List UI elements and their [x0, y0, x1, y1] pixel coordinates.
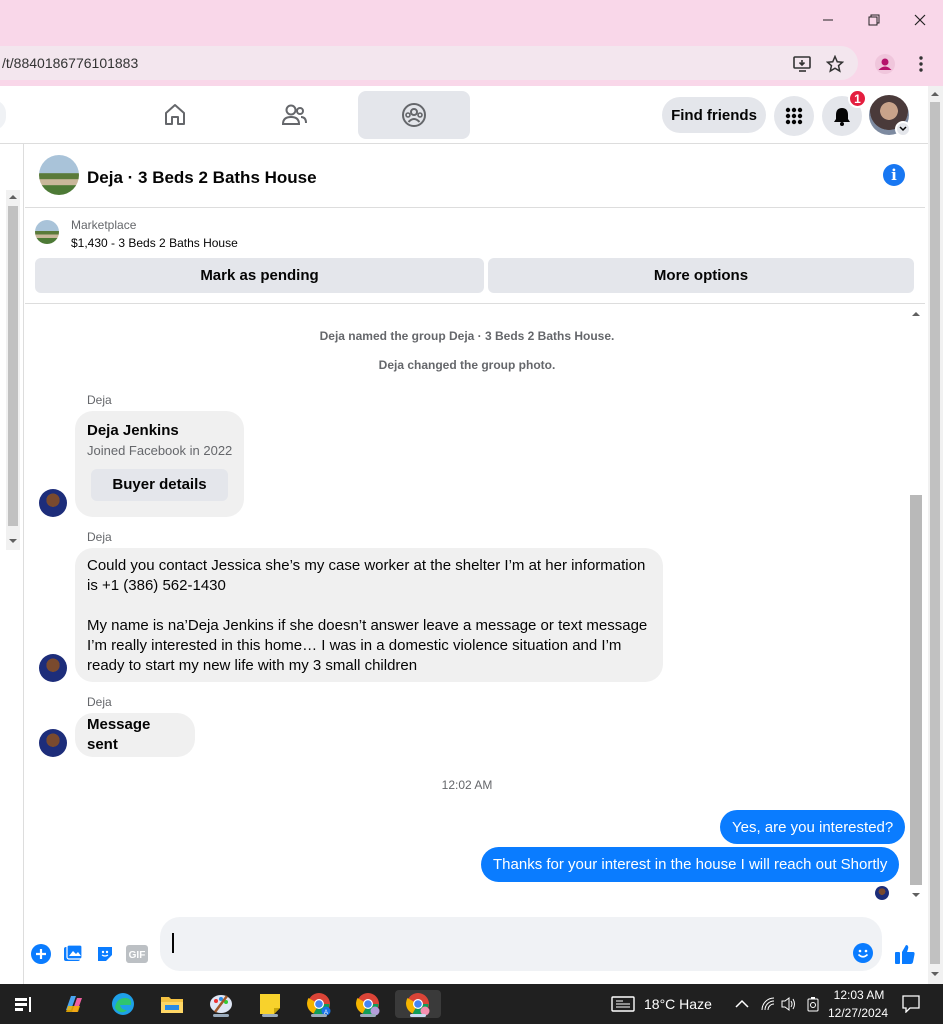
- sticker-icon[interactable]: [94, 943, 116, 965]
- sender-avatar[interactable]: [39, 729, 67, 757]
- file-explorer-icon[interactable]: [158, 990, 186, 1018]
- mark-as-pending-button[interactable]: Mark as pending: [35, 258, 484, 293]
- svg-text:GIF: GIF: [129, 950, 146, 961]
- thread-scrollbar-thumb[interactable]: [910, 495, 922, 885]
- grid-icon: [785, 107, 803, 125]
- sender-name: Deja: [87, 393, 112, 407]
- chrome-profile-a-icon[interactable]: A: [305, 990, 333, 1018]
- tab-friends[interactable]: [238, 91, 350, 139]
- gif-icon[interactable]: GIF: [126, 943, 148, 965]
- chat-header: Deja · 3 Beds 2 Baths House i: [25, 144, 925, 208]
- more-options-button[interactable]: More options: [488, 258, 914, 293]
- emoji-icon[interactable]: [853, 943, 875, 965]
- message-bubble[interactable]: Message sent: [75, 713, 195, 757]
- buyer-card: Deja Jenkins Joined Facebook in 2022 Buy…: [75, 411, 244, 517]
- weather-icon[interactable]: [611, 996, 635, 1015]
- outgoing-message[interactable]: Yes, are you interested?: [720, 810, 906, 844]
- install-app-icon[interactable]: [792, 53, 814, 75]
- marketplace-label: Marketplace: [71, 218, 137, 232]
- message-thread: Deja named the group Deja · 3 Beds 2 Bat…: [25, 305, 909, 905]
- clock-time[interactable]: 12:03 AM: [830, 988, 888, 1002]
- chrome-profile-b-icon[interactable]: [354, 990, 382, 1018]
- active-indicator: [262, 1014, 278, 1017]
- listing-thumbnail[interactable]: [35, 220, 59, 244]
- message-bubble[interactable]: Could you contact Jessica she’s my case …: [75, 548, 663, 682]
- sender-name: Deja: [87, 530, 112, 544]
- facebook-top-nav: Find friends: [0, 86, 928, 144]
- search-field-edge[interactable]: [0, 100, 6, 130]
- browser-menu-icon[interactable]: [910, 53, 932, 75]
- browser-titlebar: [0, 0, 943, 40]
- notification-center-icon[interactable]: [902, 995, 920, 1016]
- chat-title[interactable]: Deja · 3 Beds 2 Baths House: [87, 168, 317, 188]
- edge-browser-icon[interactable]: [109, 990, 137, 1018]
- active-indicator: [213, 1014, 229, 1017]
- copilot-icon[interactable]: [60, 990, 88, 1018]
- add-attachment-icon[interactable]: [30, 943, 52, 965]
- chevron-down-icon[interactable]: [895, 121, 911, 137]
- restore-button[interactable]: [851, 0, 897, 40]
- address-bar[interactable]: /t/8840186776101883: [0, 46, 858, 80]
- battery-icon[interactable]: [806, 996, 820, 1015]
- system-message: Deja named the group Deja · 3 Beds 2 Bat…: [319, 329, 615, 343]
- thumbs-up-icon[interactable]: [893, 943, 917, 965]
- text-caret: [172, 933, 174, 953]
- outgoing-message[interactable]: Thanks for your interest in the house I …: [481, 847, 900, 882]
- chrome-profile-c-icon[interactable]: [395, 990, 441, 1018]
- task-view-icon[interactable]: [10, 990, 38, 1018]
- marketplace-listing-bar: Marketplace $1,430 - 3 Beds 2 Baths Hous…: [25, 208, 925, 304]
- sender-name: Deja: [87, 695, 112, 709]
- left-scrollbar-thumb[interactable]: [8, 206, 18, 526]
- windows-taskbar: A 18°C Haze 12:03 AM 12/27/2024: [0, 984, 943, 1024]
- paint-app-icon[interactable]: [207, 990, 235, 1018]
- buyer-details-button[interactable]: Buyer details: [91, 469, 228, 501]
- notification-badge: 1: [848, 89, 867, 108]
- menu-grid-button[interactable]: [774, 96, 814, 136]
- active-indicator: [360, 1014, 376, 1017]
- find-friends-button[interactable]: Find friends: [662, 97, 766, 133]
- url-text: /t/8840186776101883: [2, 55, 139, 71]
- wifi-icon[interactable]: [761, 997, 775, 1014]
- close-button[interactable]: [897, 0, 943, 40]
- message-input[interactable]: [160, 917, 882, 971]
- group-photo[interactable]: [39, 155, 79, 195]
- clock-date[interactable]: 12/27/2024: [826, 1006, 890, 1020]
- profile-icon[interactable]: [874, 53, 896, 75]
- listing-title[interactable]: $1,430 - 3 Beds 2 Baths House: [71, 236, 238, 250]
- tab-home[interactable]: [119, 91, 231, 139]
- active-indicator: [311, 1014, 327, 1017]
- tab-groups[interactable]: [358, 91, 470, 139]
- seen-avatar: [875, 886, 889, 900]
- left-scrollbar[interactable]: [6, 190, 20, 550]
- weather-text[interactable]: 18°C Haze: [644, 996, 712, 1012]
- address-bar-row: /t/8840186776101883: [0, 40, 943, 86]
- bookmark-star-icon[interactable]: [824, 53, 846, 75]
- message-composer: GIF: [25, 908, 925, 984]
- buyer-joined: Joined Facebook in 2022: [87, 443, 233, 458]
- info-icon[interactable]: i: [883, 164, 905, 186]
- message-text: Could you contact Jessica she’s my case …: [87, 557, 646, 594]
- sticky-notes-icon[interactable]: [256, 990, 284, 1018]
- home-icon: [165, 104, 185, 125]
- bell-icon: [834, 108, 850, 126]
- minimize-button[interactable]: [805, 0, 851, 40]
- thread-scrollbar[interactable]: [908, 305, 924, 905]
- sender-avatar[interactable]: [39, 654, 67, 682]
- message-text: My name is na’Deja Jenkins if she doesn’…: [87, 617, 648, 674]
- volume-icon[interactable]: [781, 996, 797, 1015]
- chevron-up-icon[interactable]: [735, 997, 749, 1012]
- active-indicator: [410, 1014, 426, 1017]
- page-scrollbar[interactable]: [928, 86, 943, 984]
- groups-icon: [402, 103, 426, 127]
- system-message: Deja changed the group photo.: [378, 358, 556, 372]
- page-scrollbar-thumb[interactable]: [930, 102, 940, 964]
- photo-icon[interactable]: [62, 943, 84, 965]
- friends-icon: [281, 104, 307, 125]
- timestamp: 12:02 AM: [441, 778, 493, 792]
- buyer-name: Deja Jenkins: [87, 422, 179, 439]
- sender-avatar[interactable]: [39, 489, 67, 517]
